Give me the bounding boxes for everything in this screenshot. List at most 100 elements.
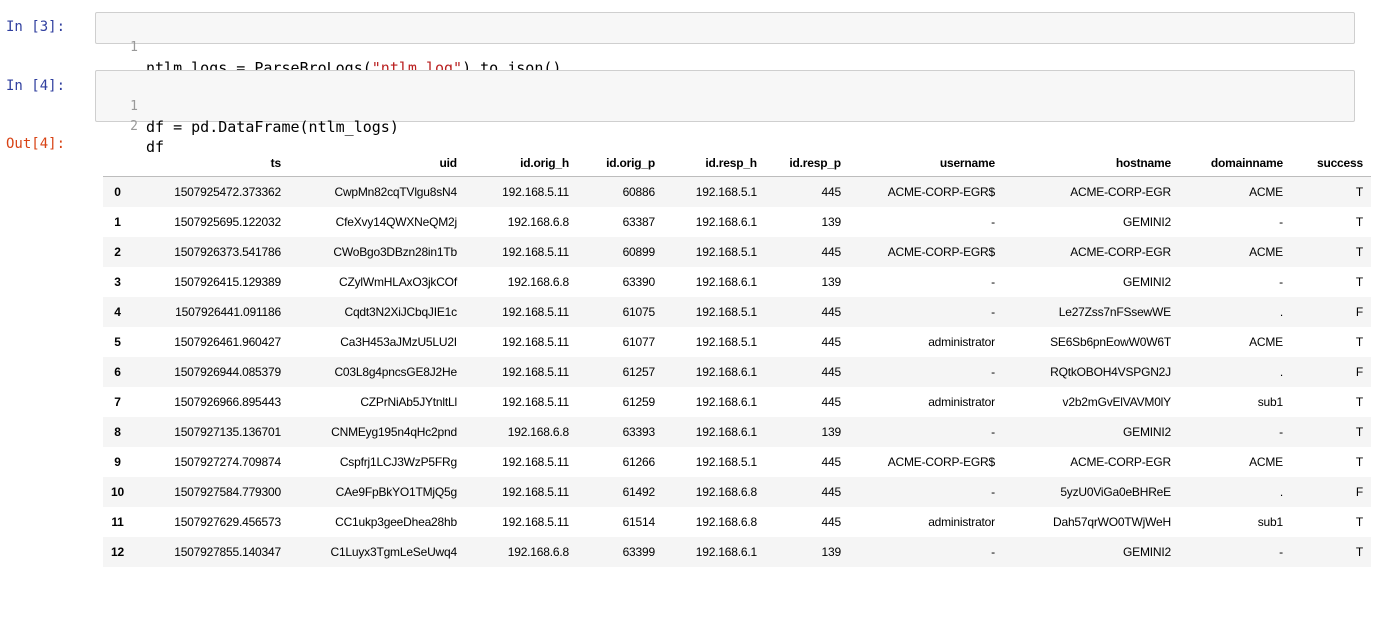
table-cell: T (1355, 395, 1363, 409)
table-cell: 192.168.6.1 (695, 365, 757, 379)
table-cell: T (1355, 545, 1363, 559)
table-cell: 1507927135.136701 (174, 425, 281, 439)
table-cell: sub1 (1257, 395, 1283, 409)
table-cell: 61257 (622, 365, 656, 379)
code-line: 2 df (96, 97, 1354, 156)
table-cell: 192.168.5.1 (695, 455, 757, 469)
code-editor[interactable]: 1 df = pd.DataFrame(ntlm_logs) 2 df (95, 70, 1355, 156)
input-prompt: In [4]: (6, 78, 66, 94)
table-cell: - (991, 545, 995, 559)
table-cell: 192.168.6.8 (695, 485, 757, 499)
table-row: 4 1507926441.091186 Cqdt3N2XiJCbqJIE1c 192.… (103, 297, 1371, 327)
table-cell: 61077 (622, 335, 656, 349)
table-cell: - (991, 425, 995, 439)
table-cell: 1507927629.456573 (174, 515, 281, 529)
table-row: 11 1507927629.456573 CC1ukp3geeDhea28hb 192… (103, 507, 1371, 537)
table-cell: 192.168.6.1 (695, 275, 757, 289)
table-cell: 1507925695.122032 (174, 215, 281, 229)
table-cell: 1507926415.129389 (174, 275, 281, 289)
table-cell: - (1279, 275, 1283, 289)
table-cell: 1507927855.140347 (174, 545, 281, 559)
table-cell: CZPrNiAb5JYtnltLl (360, 395, 457, 409)
table-cell: 445 (821, 485, 842, 499)
table-cell: 1507927274.709874 (174, 455, 281, 469)
column-header: id.orig_h (464, 150, 577, 177)
table-row: 5 1507926461.960427 Ca3H453aJMzU5LU2I 192.1… (103, 327, 1371, 357)
row-index: 4 (114, 305, 121, 319)
table-cell: - (991, 215, 995, 229)
table-cell: 1507926373.541786 (174, 245, 281, 259)
table-cell: 63393 (622, 425, 656, 439)
table-cell: 139 (821, 215, 842, 229)
table-cell: CAe9FpBkYO1TMjQ5g (335, 485, 458, 499)
table-cell: 445 (821, 305, 842, 319)
row-index: 5 (114, 335, 121, 349)
code-editor[interactable]: 1 ntlm_logs = ParseBroLogs("ntlm.log").t… (95, 12, 1355, 77)
table-cell: 63399 (622, 545, 656, 559)
table-cell: 192.168.6.8 (507, 215, 569, 229)
table-cell: - (991, 365, 995, 379)
table-cell: 1507926966.895443 (174, 395, 281, 409)
table-cell: 1507927584.779300 (174, 485, 281, 499)
row-index: 8 (114, 425, 121, 439)
column-header: id.resp_p (764, 150, 849, 177)
table-cell: F (1355, 305, 1363, 319)
table-cell: GEMINI2 (1123, 215, 1171, 229)
input-prompt: In [3]: (6, 19, 66, 35)
table-cell: ACME (1249, 185, 1283, 199)
table-cell: 445 (821, 395, 842, 409)
table-cell: Cqdt3N2XiJCbqJIE1c (344, 305, 457, 319)
table-cell: . (1279, 365, 1283, 379)
table-cell: ACME-CORP-EGR$ (887, 455, 995, 469)
table-cell: ACME (1249, 335, 1283, 349)
table-cell: T (1355, 335, 1363, 349)
table-cell: 63390 (622, 275, 656, 289)
table-cell: 192.168.5.1 (695, 185, 757, 199)
column-header: uid (288, 150, 465, 177)
table-cell: 192.168.5.1 (695, 305, 757, 319)
table-cell: 61259 (622, 395, 656, 409)
table-cell: 192.168.5.11 (502, 455, 569, 469)
table-row: 1 1507925695.122032 CfeXvy14QWXNeQM2j 192.1… (103, 207, 1371, 237)
table-cell: T (1355, 425, 1363, 439)
table-cell: 61075 (622, 305, 656, 319)
table-row: 9 1507927274.709874 Cspfrj1LCJ3WzP5FRg 192.… (103, 447, 1371, 477)
table-row: 0 1507925472.373362 CwpMn82cqTVlgu8sN4 192.… (103, 176, 1371, 207)
table-cell: 5yzU0ViGa0eBHReE (1060, 485, 1171, 499)
table-cell: T (1355, 275, 1363, 289)
table-cell: ACME-CORP-EGR (1070, 455, 1171, 469)
table-cell: CfeXvy14QWXNeQM2j (335, 215, 458, 229)
table-cell: 61492 (622, 485, 656, 499)
table-cell: GEMINI2 (1123, 545, 1171, 559)
table-cell: 192.168.6.8 (507, 425, 569, 439)
column-header: id.resp_h (662, 150, 765, 177)
table-cell: GEMINI2 (1123, 425, 1171, 439)
row-index: 12 (111, 545, 124, 559)
row-index: 6 (114, 365, 121, 379)
table-cell: - (1279, 215, 1283, 229)
column-header: success (1290, 150, 1371, 177)
code-line: 1 df = pd.DataFrame(ntlm_logs) (96, 77, 1354, 136)
table-cell: v2b2mGvElVAVM0lY (1062, 395, 1172, 409)
table-cell: CwpMn82cqTVlgu8sN4 (334, 185, 457, 199)
row-index: 11 (111, 515, 124, 529)
table-cell: ACME (1249, 455, 1283, 469)
table-cell: 192.168.6.8 (507, 545, 569, 559)
table-cell: - (991, 305, 995, 319)
table-cell: 63387 (622, 215, 656, 229)
table-cell: . (1279, 305, 1283, 319)
table-cell: 60899 (622, 245, 656, 259)
table-cell: - (991, 485, 995, 499)
table-row: 3 1507926415.129389 CZylWmHLAxO3jkCOf 192.1… (103, 267, 1371, 297)
table-cell: Cspfrj1LCJ3WzP5FRg (339, 455, 457, 469)
table-cell: 445 (821, 515, 842, 529)
line-number: 1 (130, 40, 138, 55)
table-cell: - (1279, 545, 1283, 559)
table-cell: - (1279, 425, 1283, 439)
output-prompt: Out[4]: (6, 136, 66, 152)
column-header: hostname (1002, 150, 1179, 177)
table-cell: GEMINI2 (1123, 275, 1171, 289)
table-cell: SE6Sb6pnEowW0W6T (1050, 335, 1171, 349)
table-cell: T (1355, 185, 1363, 199)
table-cell: CWoBgo3DBzn28in1Tb (333, 245, 457, 259)
